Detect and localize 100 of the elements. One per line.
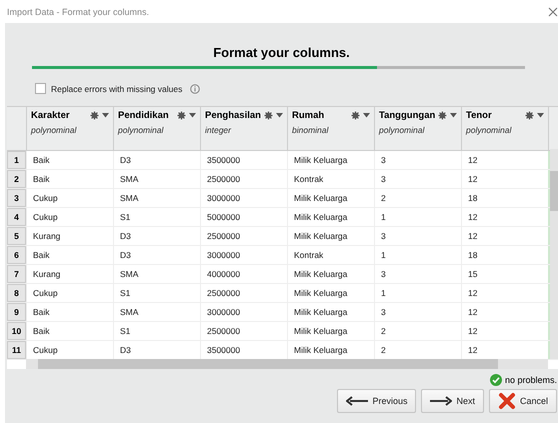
column-header[interactable]: Pendidikan polynominal <box>113 107 200 150</box>
previous-button[interactable]: Previous <box>337 389 416 413</box>
column-name: Tenor <box>466 110 493 121</box>
caret-icon[interactable] <box>189 113 196 118</box>
table-cell: 1 <box>374 208 461 226</box>
table-cell: SMA <box>113 265 200 283</box>
table-cell: S1 <box>113 284 200 302</box>
row-number: 10 <box>7 322 26 340</box>
table-cell: Milik Keluarga <box>287 322 374 340</box>
gear-icon[interactable] <box>351 111 360 120</box>
table-cell: Milik Keluarga <box>287 284 374 302</box>
row-number: 8 <box>7 284 26 302</box>
column-name: Rumah <box>292 110 326 121</box>
column-name: Karakter <box>31 110 71 121</box>
table-cell: Baik <box>26 303 113 321</box>
checkbox[interactable] <box>35 83 46 94</box>
table-cell: Kurang <box>26 227 113 245</box>
check-icon <box>490 374 502 386</box>
table-cell: 5000000 <box>200 208 287 226</box>
column-name: Tanggungan <box>379 110 436 121</box>
table-cell: Milik Keluarga <box>287 189 374 207</box>
horizontal-scrollbar[interactable] <box>26 359 548 369</box>
checkbox-label: Replace errors with missing values <box>51 84 182 94</box>
window-title: Import Data - Format your columns. <box>7 6 150 16</box>
table-cell: 3500000 <box>200 151 287 169</box>
table-cell: Milik Keluarga <box>287 208 374 226</box>
column-type: polynominal <box>466 125 512 135</box>
table-cell: 2500000 <box>200 322 287 340</box>
row-number: 1 <box>7 151 26 169</box>
close-icon[interactable] <box>548 6 558 16</box>
column-header[interactable]: Tanggungan polynominal <box>374 107 461 150</box>
column-type: integer <box>205 125 232 135</box>
table-cell: 2500000 <box>200 227 287 245</box>
table-cell: 2 <box>374 322 461 340</box>
row-number: 2 <box>7 170 26 188</box>
table-cell: 2 <box>374 189 461 207</box>
table-cell: Baik <box>26 170 113 188</box>
info-icon[interactable] <box>190 84 200 94</box>
status-text: no problems. <box>504 375 557 385</box>
table-cell: Kontrak <box>287 170 374 188</box>
gear-icon[interactable] <box>438 111 448 120</box>
caret-icon[interactable] <box>102 113 109 118</box>
caret-icon[interactable] <box>363 113 370 118</box>
table-cell: 2500000 <box>200 170 287 188</box>
gear-icon[interactable] <box>90 111 99 120</box>
column-header[interactable]: Karakter polynominal <box>26 107 113 150</box>
table-cell: 3 <box>374 227 461 245</box>
table-cell: Baik <box>26 322 113 340</box>
table-cell: Baik <box>26 246 113 264</box>
column-type: binominal <box>292 125 330 135</box>
row-number: 9 <box>7 303 26 321</box>
caret-icon[interactable] <box>276 113 283 118</box>
table-cell: Cukup <box>26 189 113 207</box>
caret-icon[interactable] <box>537 113 544 118</box>
table-cell: Baik <box>26 151 113 169</box>
gear-icon[interactable] <box>264 111 273 120</box>
cross-icon <box>498 392 516 410</box>
column-header[interactable]: Tenor polynominal <box>461 107 548 150</box>
table-cell: Kontrak <box>287 246 374 264</box>
table-cell: 1 <box>374 284 461 302</box>
table-cell: Milik Keluarga <box>287 151 374 169</box>
arrow-right-icon <box>430 396 452 406</box>
table-cell: S1 <box>113 208 200 226</box>
table-cell: SMA <box>113 189 200 207</box>
table-cell: Milik Keluarga <box>287 227 374 245</box>
table-cell: 2500000 <box>200 284 287 302</box>
table-cell: S1 <box>113 322 200 340</box>
arrow-left-icon <box>346 396 368 406</box>
row-number: 5 <box>7 227 26 245</box>
table-cell: 3000000 <box>200 246 287 264</box>
row-number: 6 <box>7 246 26 264</box>
table-cell: Cukup <box>26 284 113 302</box>
caret-icon[interactable] <box>450 113 457 118</box>
gear-icon[interactable] <box>177 111 186 120</box>
next-button[interactable]: Next <box>421 389 484 413</box>
table-cell: 3000000 <box>200 303 287 321</box>
column-header[interactable]: Rumah binominal <box>287 107 374 150</box>
column-name: Pendidikan <box>118 110 170 121</box>
table-cell: 3000000 <box>200 189 287 207</box>
row-number: 7 <box>7 265 26 283</box>
gear-icon[interactable] <box>525 111 534 120</box>
page-heading: Format your columns. <box>212 45 351 61</box>
column-type: polynominal <box>379 125 426 135</box>
table-cell: D3 <box>113 151 200 169</box>
table-cell: Milik Keluarga <box>287 265 374 283</box>
table-cell: Cukup <box>26 208 113 226</box>
vertical-scrollbar[interactable] <box>550 149 558 359</box>
table-cell: SMA <box>113 303 200 321</box>
column-type: polynominal <box>118 125 164 135</box>
table-cell: 1 <box>374 246 461 264</box>
column-header[interactable]: Penghasilan integer <box>200 107 287 150</box>
row-number: 4 <box>7 208 26 226</box>
table-cell: Milik Keluarga <box>287 303 374 321</box>
row-number: 3 <box>7 189 26 207</box>
table-cell: 4000000 <box>200 265 287 283</box>
row-number: 11 <box>7 341 26 359</box>
column-type: polynominal <box>31 125 78 135</box>
table-cell: SMA <box>113 170 200 188</box>
table-cell: 3 <box>374 151 461 169</box>
cancel-button[interactable]: Cancel <box>488 389 557 413</box>
